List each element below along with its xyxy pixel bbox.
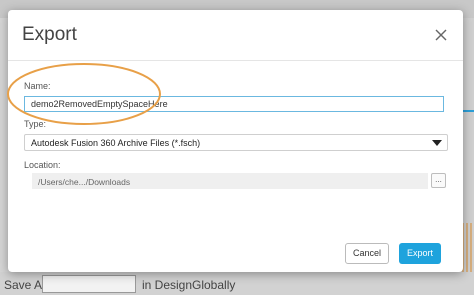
dialog-header: Export <box>8 10 463 61</box>
globally-label: Globally <box>192 278 236 292</box>
location-field[interactable]: /Users/che.../Downloads <box>32 173 428 189</box>
type-select-value: Autodesk Fusion 360 Archive Files (*.fsc… <box>31 138 201 148</box>
in-design-label: in Design <box>142 278 193 292</box>
name-label: Name: <box>24 81 51 91</box>
background-bottom-bar: Save As: in Design Globally <box>0 272 474 295</box>
close-icon[interactable] <box>432 26 450 44</box>
export-button[interactable]: Export <box>399 243 441 264</box>
type-label: Type: <box>24 119 47 129</box>
type-select[interactable]: Autodesk Fusion 360 Archive Files (*.fsc… <box>24 134 448 151</box>
location-label: Location: <box>24 160 61 170</box>
caret-down-icon <box>432 140 442 146</box>
name-input[interactable]: demo2RemovedEmptySpaceHere <box>24 96 444 112</box>
browse-button[interactable]: ... <box>431 173 446 188</box>
dialog-title: Export <box>22 24 77 45</box>
export-dialog: Export Name: demo2RemovedEmptySpaceHere … <box>7 10 463 272</box>
annotation-circle <box>7 63 161 125</box>
cancel-button[interactable]: Cancel <box>345 243 389 264</box>
save-as-field[interactable] <box>42 275 136 293</box>
